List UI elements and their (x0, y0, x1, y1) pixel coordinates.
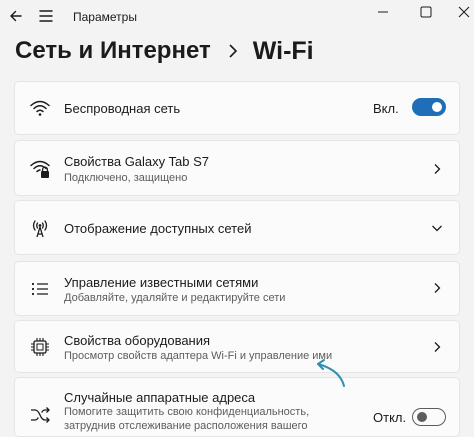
setting-hardware-properties[interactable]: Свойства оборудования Просмотр свойств а… (14, 320, 460, 373)
chevron-down-icon (432, 225, 442, 232)
wifi-lock-icon (30, 160, 50, 178)
setting-wireless-network[interactable]: Беспроводная сеть Вкл. (14, 81, 460, 135)
chevron-right-icon (434, 164, 441, 174)
random-addresses-subtitle-line2: затруднив отслеживание расположения ваше… (64, 420, 308, 432)
close-icon[interactable] (455, 3, 473, 21)
breadcrumb: Сеть и Интернет Wi-Fi (15, 34, 314, 68)
list-icon (31, 282, 48, 296)
random-addresses-toggle[interactable] (412, 408, 446, 426)
random-addresses-state-text: Откл. (373, 410, 407, 425)
wireless-network-label: Беспроводная сеть (64, 101, 181, 116)
setting-random-hardware-addresses[interactable]: Случайные аппаратные адреса Помогите защ… (14, 377, 460, 437)
chip-icon (31, 338, 49, 356)
chevron-right-icon (434, 342, 441, 352)
shuffle-icon (31, 407, 50, 423)
hamburger-menu-icon[interactable] (38, 7, 54, 25)
window-title: Параметры (73, 10, 137, 24)
annotation-arrow-icon (317, 359, 345, 387)
random-addresses-label: Случайные аппаратные адреса (64, 390, 256, 405)
toggle-knob (417, 412, 427, 422)
breadcrumb-parent[interactable]: Сеть и Интернет (15, 37, 211, 65)
title-bar: Параметры (0, 0, 474, 34)
network-properties-subtitle: Подключено, защищено (64, 172, 188, 184)
hardware-properties-label: Свойства оборудования (64, 333, 211, 348)
available-networks-label: Отображение доступных сетей (64, 221, 252, 236)
known-networks-subtitle: Добавляйте, удаляйте и редактируйте сети (64, 292, 286, 304)
chevron-right-icon (229, 44, 237, 58)
back-arrow-icon[interactable] (6, 6, 26, 26)
wireless-toggle[interactable] (412, 98, 446, 116)
antenna-icon (32, 220, 48, 238)
setting-known-networks[interactable]: Управление известными сетями Добавляйте,… (14, 261, 460, 316)
known-networks-label: Управление известными сетями (64, 275, 259, 290)
wireless-state-text: Вкл. (373, 101, 399, 116)
setting-network-properties[interactable]: Свойства Galaxy Tab S7 Подключено, защищ… (14, 140, 460, 196)
minimize-icon[interactable] (374, 3, 392, 21)
page-title: Wi-Fi (252, 36, 314, 65)
wifi-icon (30, 100, 50, 116)
chevron-right-icon (434, 283, 441, 293)
network-properties-label: Свойства Galaxy Tab S7 (64, 154, 210, 169)
setting-available-networks[interactable]: Отображение доступных сетей (14, 200, 460, 255)
toggle-knob (432, 102, 442, 112)
maximize-icon[interactable] (417, 3, 435, 21)
random-addresses-subtitle: Помогите защитить свою конфиденциальност… (64, 406, 310, 418)
hardware-properties-subtitle: Просмотр свойств адаптера Wi-Fi и управл… (64, 350, 333, 362)
